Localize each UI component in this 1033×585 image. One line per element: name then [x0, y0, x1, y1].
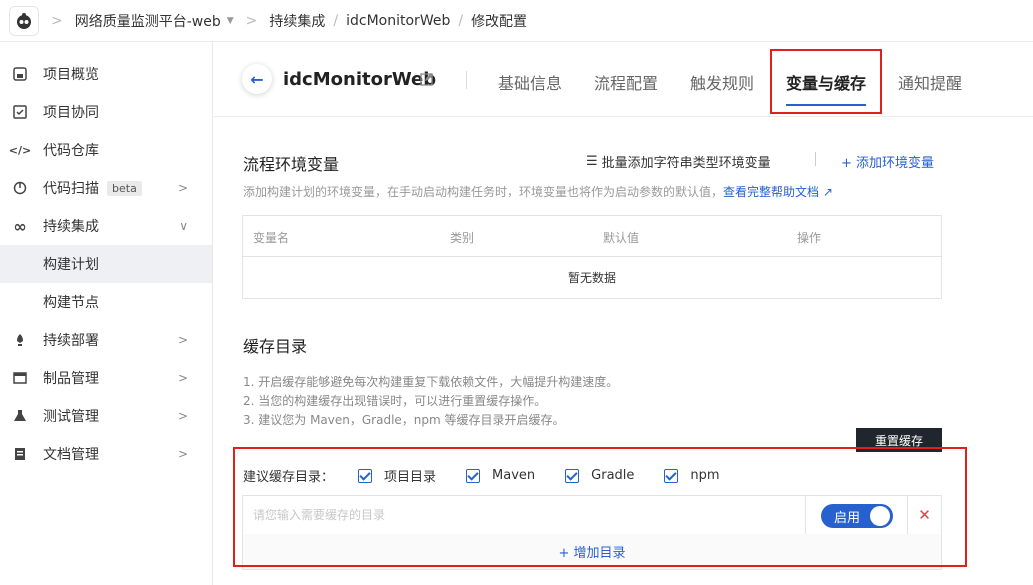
chevron-right-icon: >: [245, 12, 258, 29]
env-help-text: 添加构建计划的环境变量，在手动启动构建任务时，环境变量也将作为启动参数的默认值，…: [243, 183, 833, 200]
arrow-left-icon: ←: [250, 69, 264, 89]
sidebar-item-overview[interactable]: 项目概览: [0, 55, 212, 93]
breadcrumb-repo[interactable]: idcMonitorWeb: [346, 13, 450, 29]
column-header-type: 类别: [450, 231, 475, 245]
edit-icon[interactable]: [420, 72, 434, 90]
chevron-right-icon: >: [177, 371, 188, 385]
sidebar-item-build-node[interactable]: 构建节点: [0, 283, 212, 321]
sidebar-item-label: 项目概览: [43, 67, 99, 83]
breadcrumb-divider: /: [458, 12, 464, 29]
top-bar: > 网络质量监测平台-web ▼ > 持续集成 / idcMonitorWeb …: [0, 0, 1033, 42]
column-header-actions: 操作: [797, 231, 822, 245]
back-button[interactable]: ←: [242, 64, 272, 94]
env-table: 变量名 类别 默认值 操作 暂无数据: [242, 215, 942, 299]
action-divider: [815, 152, 816, 166]
tab-basic-info[interactable]: 基础信息: [498, 70, 562, 94]
sidebar-item-repo[interactable]: </> 代码仓库: [0, 131, 212, 169]
breadcrumb-section[interactable]: 持续集成: [269, 11, 325, 31]
sidebar-item-label: 代码仓库: [43, 143, 99, 159]
header-border: [214, 116, 1033, 117]
scan-icon: [12, 180, 28, 196]
infinity-icon: ∞: [13, 216, 27, 236]
external-link-icon: ↗: [822, 185, 833, 199]
code-icon: </>: [8, 143, 32, 157]
highlight-box-tab: [770, 49, 882, 114]
tab-flow-config[interactable]: 流程配置: [594, 70, 658, 94]
doc-icon: [12, 446, 28, 462]
cache-tips: 1. 开启缓存能够避免每次构建重复下载依赖文件，大幅提升构建速度。 2. 当您的…: [243, 373, 618, 430]
rocket-icon: [12, 332, 28, 348]
help-doc-link-label: 查看完整帮助文档: [723, 185, 820, 199]
breadcrumb-page: 修改配置: [471, 13, 528, 30]
app-logo[interactable]: [9, 5, 39, 36]
column-header-default: 默认值: [603, 231, 640, 245]
sidebar-item-label: 测试管理: [43, 409, 99, 425]
sidebar-item-collab[interactable]: 项目协同: [0, 93, 212, 131]
page-title: idcMonitorWeb: [283, 69, 437, 90]
sidebar-item-scan[interactable]: 代码扫描 beta >: [0, 169, 212, 207]
sidebar-item-ci[interactable]: ∞ 持续集成 ∨: [0, 207, 212, 245]
batch-add-label: 批量添加字符串类型环境变量: [601, 156, 771, 171]
header-divider: [466, 71, 467, 89]
chevron-right-icon: >: [51, 12, 63, 29]
sidebar-item-label: 构建计划: [43, 257, 99, 273]
caret-down-icon[interactable]: ▼: [227, 16, 234, 26]
chevron-down-icon: ∨: [179, 219, 188, 233]
chevron-right-icon: >: [177, 447, 188, 461]
tab-trigger-rules[interactable]: 触发规则: [690, 70, 754, 94]
tab-notifications[interactable]: 通知提醒: [898, 70, 962, 94]
column-header-name: 变量名: [253, 231, 290, 245]
cache-tip: 1. 开启缓存能够避免每次构建重复下载依赖文件，大幅提升构建速度。: [243, 375, 619, 389]
sidebar-item-label: 构建节点: [43, 295, 99, 311]
sidebar: 项目概览 项目协同 </> 代码仓库 代码扫描 beta > ∞ 持续集成 ∨ …: [0, 42, 213, 585]
sidebar-item-cd[interactable]: 持续部署 >: [0, 321, 212, 359]
batch-add-env-button[interactable]: ☰ 批量添加字符串类型环境变量: [586, 152, 771, 171]
sidebar-item-label: 持续部署: [43, 333, 99, 349]
env-section-title: 流程环境变量: [243, 155, 340, 174]
home-icon: [12, 66, 28, 82]
chevron-right-icon: >: [177, 333, 188, 347]
sidebar-item-build-plan[interactable]: 构建计划: [0, 245, 212, 283]
help-doc-link[interactable]: 查看完整帮助文档 ↗: [723, 185, 833, 199]
flask-icon: [12, 408, 28, 424]
check-square-icon: [12, 104, 28, 120]
cache-tip: 2. 当您的构建缓存出现错误时，可以进行重置缓存操作。: [243, 394, 547, 408]
sidebar-item-docs[interactable]: 文档管理 >: [0, 435, 212, 473]
sidebar-item-label: 制品管理: [43, 371, 99, 387]
chevron-right-icon: >: [177, 409, 188, 423]
env-help-body: 添加构建计划的环境变量，在手动启动构建任务时，环境变量也将作为启动参数的默认值，: [243, 185, 724, 199]
chevron-right-icon: >: [177, 181, 188, 195]
list-icon: ☰: [586, 154, 598, 169]
cache-section-title: 缓存目录: [243, 337, 308, 356]
beta-badge: beta: [107, 180, 142, 196]
cache-tip: 3. 建议您为 Maven，Gradle，npm 等缓存目录开启缓存。: [243, 413, 565, 427]
sidebar-item-label: 持续集成: [43, 219, 99, 235]
package-icon: [12, 370, 28, 386]
sidebar-item-label: 文档管理: [43, 447, 99, 463]
empty-state: 暂无数据: [567, 271, 616, 285]
add-env-button[interactable]: + 添加环境变量: [841, 152, 934, 171]
sidebar-item-label: 项目协同: [43, 105, 99, 121]
breadcrumb-divider: /: [333, 12, 339, 29]
sidebar-item-artifacts[interactable]: 制品管理 >: [0, 359, 212, 397]
breadcrumb-project[interactable]: 网络质量监测平台-web: [75, 11, 221, 31]
sidebar-item-label: 代码扫描: [43, 181, 99, 197]
highlight-box-cache: [233, 447, 967, 567]
sidebar-item-testing[interactable]: 测试管理 >: [0, 397, 212, 435]
table-header-border: [243, 256, 941, 257]
